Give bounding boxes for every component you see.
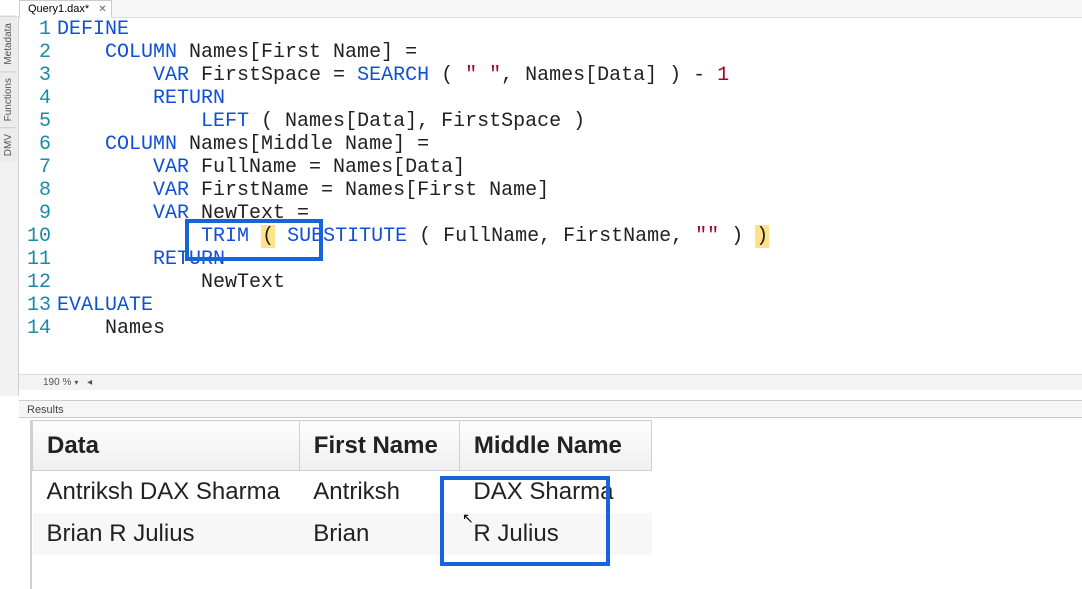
line-number: 12 (19, 271, 57, 294)
line-number: 9 (19, 202, 57, 225)
code-line[interactable]: 3 VAR FirstSpace = SEARCH ( " ", Names[D… (19, 64, 1082, 87)
side-tab-metadata[interactable]: Metadata (0, 16, 17, 71)
code-line[interactable]: 11 RETURN (19, 248, 1082, 271)
line-number: 2 (19, 41, 57, 64)
code-line[interactable]: 5 LEFT ( Names[Data], FirstSpace ) (19, 110, 1082, 133)
code-line[interactable]: 1DEFINE (19, 18, 1082, 41)
code-text: COLUMN Names[Middle Name] = (57, 133, 429, 156)
line-number: 5 (19, 110, 57, 133)
line-number: 8 (19, 179, 57, 202)
code-text: LEFT ( Names[Data], FirstSpace ) (57, 110, 585, 133)
code-line[interactable]: 4 RETURN (19, 87, 1082, 110)
code-line[interactable]: 7 VAR FullName = Names[Data] (19, 156, 1082, 179)
cell: Brian (299, 513, 459, 555)
code-text: DEFINE (57, 18, 129, 41)
results-table: Data First Name Middle Name Antriksh DAX… (32, 420, 652, 555)
code-text: VAR FirstName = Names[First Name] (57, 179, 549, 202)
code-text: NewText (57, 271, 285, 294)
zoom-level[interactable]: 190 % (43, 377, 71, 388)
line-number: 13 (19, 294, 57, 317)
code-text: RETURN (57, 87, 225, 110)
zoom-bar: 190 %▾ ◂ (19, 374, 1082, 390)
side-tab-functions[interactable]: Functions (0, 71, 17, 127)
line-number: 4 (19, 87, 57, 110)
line-number: 3 (19, 64, 57, 87)
line-number: 6 (19, 133, 57, 156)
code-text: VAR NewText = (57, 202, 309, 225)
cell: Antriksh (299, 471, 459, 513)
side-tab-dmv[interactable]: DMV (0, 127, 17, 162)
cell: R Julius (459, 513, 651, 555)
zoom-dropdown-icon[interactable]: ▾ (74, 378, 78, 387)
code-text: COLUMN Names[First Name] = (57, 41, 417, 64)
code-line[interactable]: 13EVALUATE (19, 294, 1082, 317)
results-pane: Data First Name Middle Name Antriksh DAX… (30, 420, 1082, 589)
code-line[interactable]: 12 NewText (19, 271, 1082, 294)
code-text: Names (57, 317, 165, 340)
code-text: VAR FirstSpace = SEARCH ( " ", Names[Dat… (57, 64, 729, 87)
code-text: RETURN (57, 248, 225, 271)
code-line[interactable]: 6 COLUMN Names[Middle Name] = (19, 133, 1082, 156)
table-row[interactable]: Brian R Julius Brian R Julius (33, 513, 652, 555)
cell: Antriksh DAX Sharma (33, 471, 300, 513)
col-header-data[interactable]: Data (33, 421, 300, 471)
col-header-first-name[interactable]: First Name (299, 421, 459, 471)
code-text: TRIM ( SUBSTITUTE ( FullName, FirstName,… (57, 225, 769, 248)
zoom-marker: ◂ (87, 377, 92, 388)
line-number: 11 (19, 248, 57, 271)
code-line[interactable]: 8 VAR FirstName = Names[First Name] (19, 179, 1082, 202)
code-line[interactable]: 2 COLUMN Names[First Name] = (19, 41, 1082, 64)
line-number: 7 (19, 156, 57, 179)
line-number: 1 (19, 18, 57, 41)
code-text: EVALUATE (57, 294, 153, 317)
code-editor[interactable]: 1DEFINE2 COLUMN Names[First Name] =3 VAR… (19, 18, 1082, 374)
side-tab-strip: Metadata Functions DMV (0, 16, 19, 396)
code-text: VAR FullName = Names[Data] (57, 156, 465, 179)
results-header[interactable]: Results (19, 400, 1082, 418)
query-tab-label: Query1.dax* (28, 3, 89, 15)
line-number: 10 (19, 225, 57, 248)
query-tab[interactable]: Query1.dax* ✕ (19, 0, 112, 18)
col-header-middle-name[interactable]: Middle Name (459, 421, 651, 471)
cell: Brian R Julius (33, 513, 300, 555)
code-line[interactable]: 10 TRIM ( SUBSTITUTE ( FullName, FirstNa… (19, 225, 1082, 248)
code-line[interactable]: 9 VAR NewText = (19, 202, 1082, 225)
line-number: 14 (19, 317, 57, 340)
close-icon[interactable]: ✕ (98, 4, 106, 15)
cell: DAX Sharma (459, 471, 651, 513)
tab-bar: Query1.dax* ✕ (19, 0, 1082, 18)
table-row[interactable]: Antriksh DAX Sharma Antriksh DAX Sharma (33, 471, 652, 513)
code-line[interactable]: 14 Names (19, 317, 1082, 340)
